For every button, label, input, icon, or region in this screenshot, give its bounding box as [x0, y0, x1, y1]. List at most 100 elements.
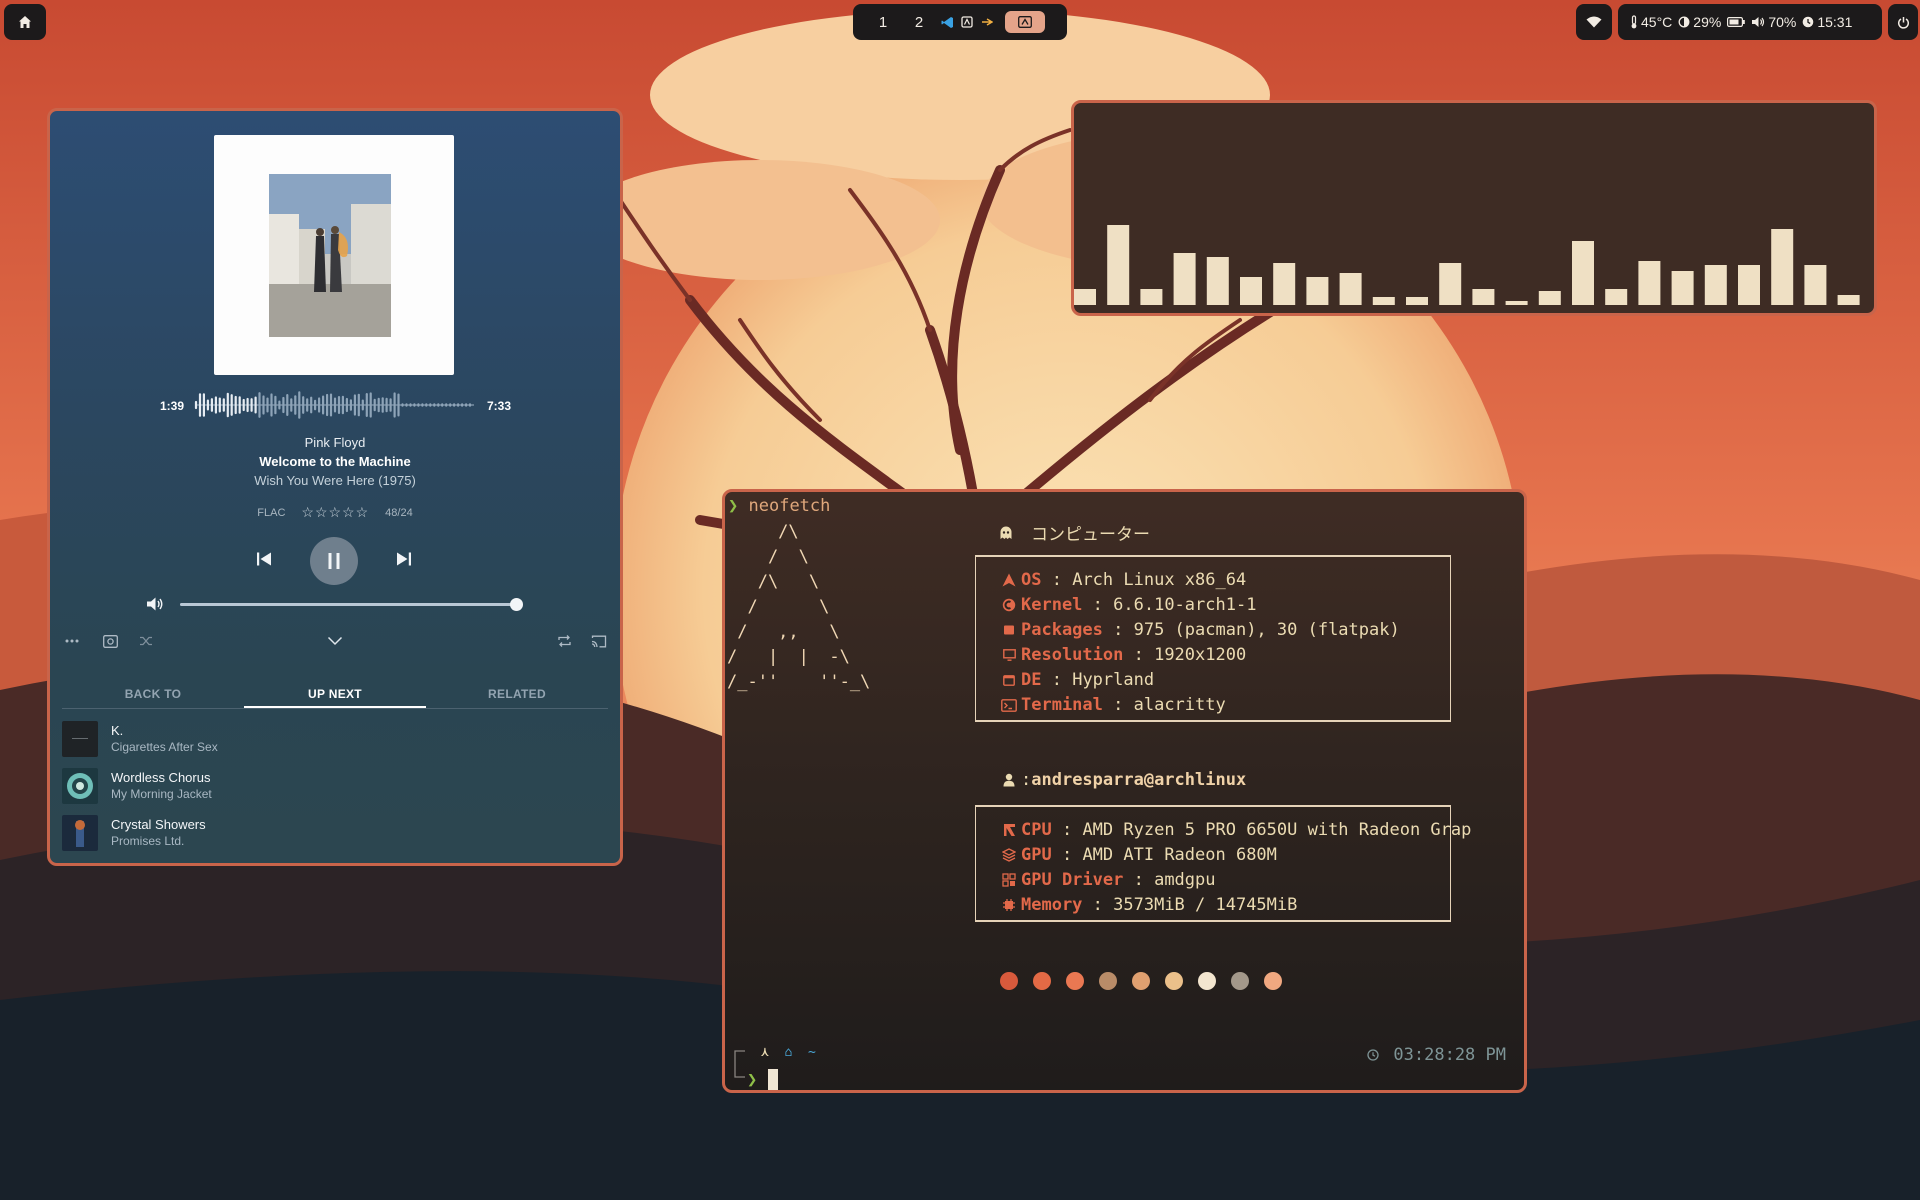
queue-item-title: Wordless Chorus [111, 770, 211, 785]
visualizer-bar [1538, 291, 1561, 305]
palette-dot [1198, 972, 1216, 990]
pause-button[interactable] [310, 537, 358, 585]
kernel-icon [999, 596, 1019, 614]
command-line: ❯ neofetch [728, 496, 830, 516]
queue-item[interactable]: K. Cigarettes After Sex [62, 719, 608, 766]
queue-item-artist: Cigarettes After Sex [111, 740, 218, 754]
visualizer-bar [1206, 257, 1229, 305]
queue-item[interactable]: Wordless Chorus My Morning Jacket [62, 766, 608, 813]
ghost-icon [1000, 526, 1012, 539]
workspace-1[interactable]: 1 [865, 14, 901, 31]
temperature-status: 45°C [1630, 14, 1672, 30]
queue-thumbnail [62, 768, 98, 804]
visualizer-bar [1173, 253, 1196, 305]
palette-dot [1231, 972, 1249, 990]
power-icon [1897, 16, 1909, 29]
prompt-clock-text: 03:28:28 PM [1393, 1045, 1506, 1065]
queue-list: K. Cigarettes After Sex Wordless Chorus … [62, 719, 608, 860]
brightness-status: 29% [1678, 14, 1721, 30]
queue-item-title: K. [111, 723, 124, 738]
repeat-icon[interactable] [555, 633, 573, 649]
cast-icon[interactable] [590, 633, 608, 649]
prompt-arrow-icon: ❯ [747, 1070, 758, 1090]
elapsed-time: 1:39 [160, 399, 185, 413]
visualizer-bar [1505, 301, 1528, 305]
system-status[interactable]: 45°C 29% 70% 15:31 [1618, 4, 1882, 40]
volume-slider-knob[interactable] [510, 598, 523, 611]
volume-slider[interactable] [180, 598, 523, 611]
album-cover [214, 135, 454, 375]
hardware-box-bottom [975, 920, 1451, 922]
power-button[interactable] [1888, 4, 1918, 40]
queue-item[interactable]: Crystal Showers Promises Ltd. [62, 813, 608, 860]
shuffle-icon[interactable] [137, 633, 155, 649]
visualizer-bar [1605, 289, 1628, 305]
clock-status: 15:31 [1802, 14, 1852, 30]
info-value: Hyprland [1072, 670, 1155, 690]
artist-name[interactable]: Pink Floyd [50, 435, 620, 450]
visualizer-bar [1704, 265, 1727, 305]
info-value: alacritty [1133, 695, 1226, 715]
visualizer-bar [1439, 263, 1462, 305]
user-host: andresparra@archlinux [1031, 770, 1247, 790]
brightness-icon [1678, 16, 1690, 28]
info-value: 3573MiB / 14745MiB [1113, 895, 1298, 915]
visualizer-bar [1837, 295, 1860, 305]
info-value: 975 (pacman), 30 (flatpak) [1133, 620, 1400, 640]
palette-dot [1264, 972, 1282, 990]
palette-dot [1165, 972, 1183, 990]
info-row-resolution: Resolution : 1920x1200 [999, 644, 1246, 666]
rating-stars[interactable]: ☆☆☆☆☆ [301, 504, 369, 521]
command-text: neofetch [748, 496, 831, 516]
tab-related[interactable]: RELATED [426, 681, 608, 708]
visualizer-bar [1406, 297, 1428, 305]
terminal-icon[interactable] [1005, 11, 1045, 33]
home-button[interactable] [4, 4, 46, 40]
previous-button[interactable] [252, 547, 276, 571]
total-time: 7:33 [487, 399, 512, 413]
visualizer-bar [1273, 263, 1296, 305]
info-value: 6.6.10-arch1-1 [1113, 595, 1257, 615]
info-value: amdgpu [1154, 870, 1216, 890]
more-options-icon[interactable] [63, 633, 81, 649]
palette-dot [1099, 972, 1117, 990]
lyrics-icon[interactable] [101, 633, 119, 649]
spark-icon[interactable] [979, 15, 995, 29]
volume-status: 70% [1751, 14, 1796, 30]
tab-back-to[interactable]: BACK TO [62, 681, 244, 708]
volume-value: 70% [1768, 14, 1797, 30]
prompt-path: ~ [807, 1045, 816, 1060]
queue-thumbnail [62, 815, 98, 851]
temperature-value: 45°C [1641, 14, 1673, 30]
album-name[interactable]: Wish You Were Here (1975) [50, 473, 620, 488]
terminal-window[interactable]: ❯ neofetch /\ / \ /\ \ / \ / ,, \ / | | … [722, 489, 1527, 1093]
prompt-clock: 03:28:28 PM [1367, 1045, 1506, 1065]
input-line[interactable]: ❯ [747, 1069, 778, 1090]
info-row-kernel: Kernel : 6.6.10-arch1-1 [999, 594, 1256, 616]
info-key: DE [1021, 670, 1042, 690]
wifi-button[interactable] [1576, 4, 1612, 40]
queue-item-artist: My Morning Jacket [111, 787, 212, 801]
user-icon [999, 771, 1019, 789]
music-player-window: 1:39 7:33 Pink Floyd Welcome to the Mach… [47, 108, 623, 866]
monitor-icon [999, 646, 1019, 664]
color-palette [1000, 972, 1282, 990]
visualizer-bar [1240, 277, 1262, 305]
seek-bar[interactable] [190, 391, 480, 419]
volume-icon[interactable] [146, 596, 164, 612]
queue-tabs: BACK TO UP NEXT RELATED [62, 681, 608, 709]
desktop-icon [999, 671, 1019, 689]
visualizer-bar [1140, 289, 1163, 305]
vscode-icon[interactable] [939, 15, 955, 29]
thermometer-icon [1631, 15, 1637, 29]
arch-icon [999, 571, 1019, 589]
app-icon[interactable] [959, 15, 975, 29]
next-button[interactable] [392, 547, 416, 571]
queue-item-artist: Promises Ltd. [111, 834, 185, 848]
gpu-icon [999, 846, 1019, 864]
battery-status [1727, 17, 1746, 27]
tab-up-next[interactable]: UP NEXT [244, 681, 426, 708]
workspace-2[interactable]: 2 [901, 14, 937, 31]
track-meta: FLAC ☆☆☆☆☆ 48/24 [50, 504, 620, 521]
collapse-chevron-icon[interactable] [326, 633, 344, 649]
